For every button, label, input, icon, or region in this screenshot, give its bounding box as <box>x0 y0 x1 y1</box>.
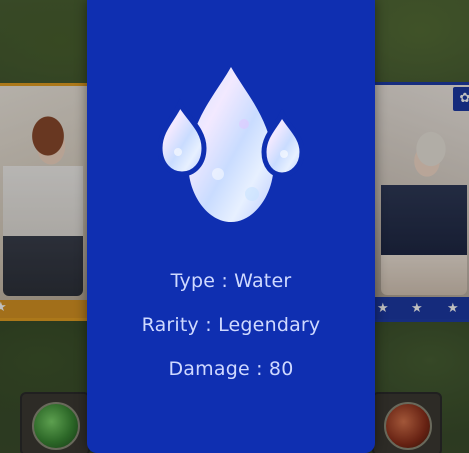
water-drops-icon <box>158 67 304 222</box>
damage-label: Damage : 80 <box>168 358 294 380</box>
rarity-label: Rarity : Legendary <box>141 314 321 336</box>
element-type-label: Type : Water <box>170 270 292 292</box>
element-detail-modal: Type : Water Rarity : Legendary Damage :… <box>87 0 375 453</box>
